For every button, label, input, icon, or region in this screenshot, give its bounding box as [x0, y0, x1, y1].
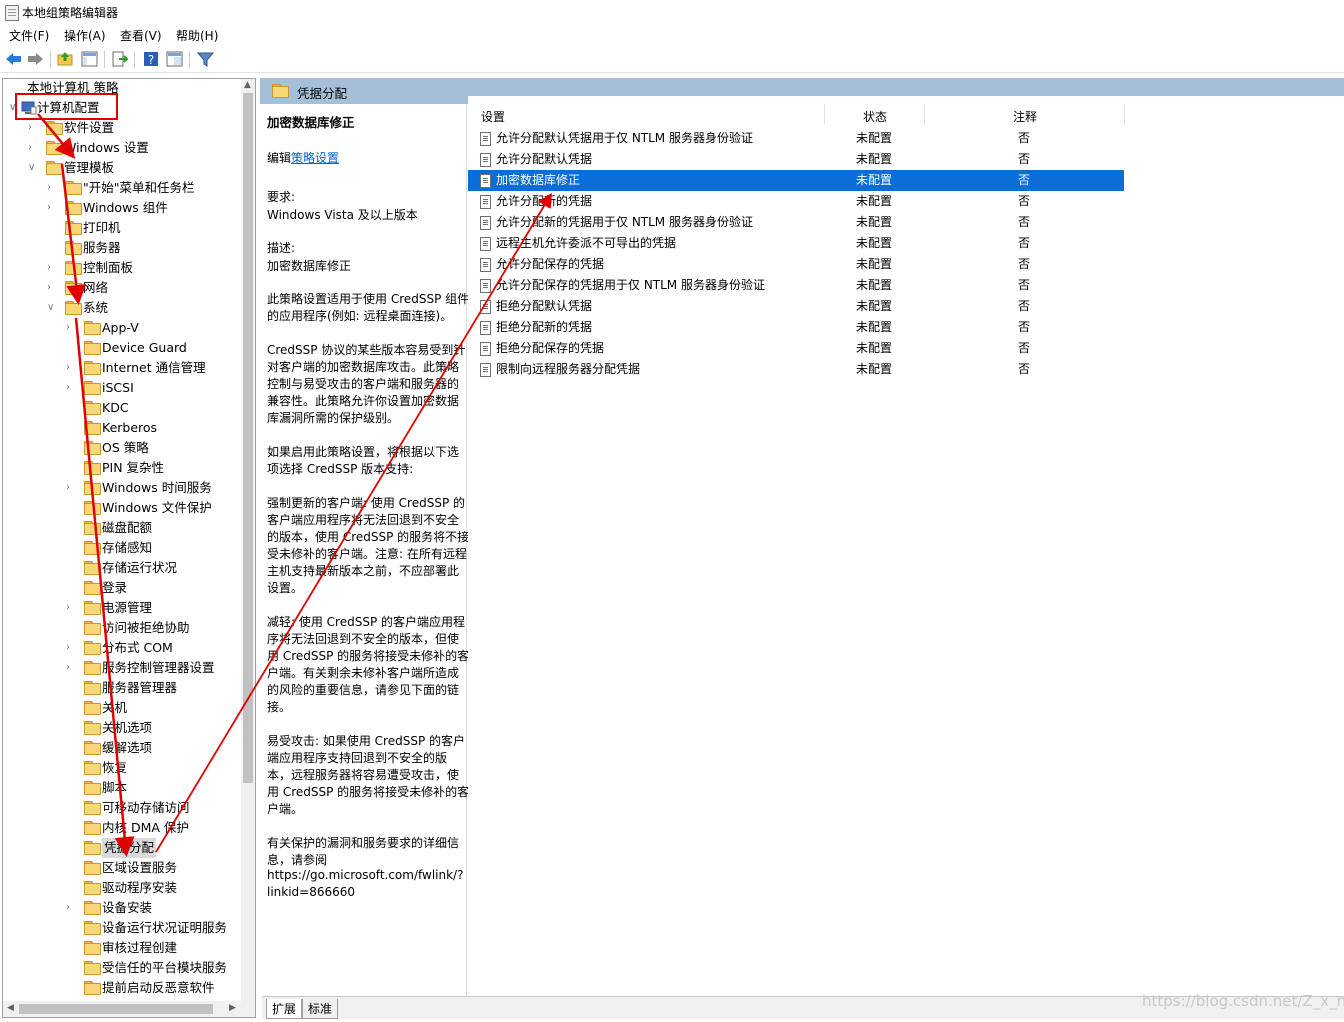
annotation-arrows	[37, 113, 552, 857]
